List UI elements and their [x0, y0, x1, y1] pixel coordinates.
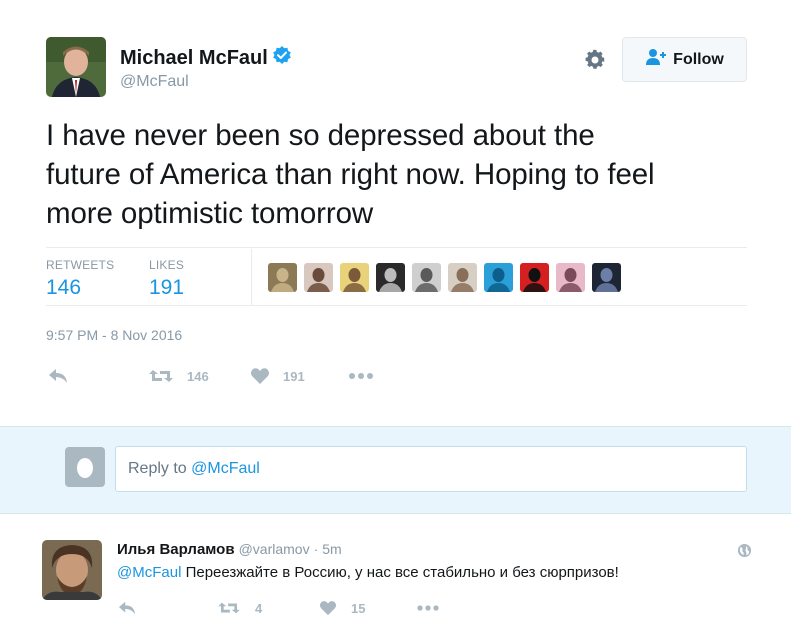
reply-area-top-border	[0, 426, 791, 427]
author-name[interactable]: Michael McFaul	[120, 47, 268, 70]
reply-placeholder-prefix: Reply to	[128, 460, 192, 477]
liker-avatars	[268, 263, 621, 292]
retweet-count: 146	[187, 368, 209, 384]
reply-reply-action[interactable]	[117, 600, 137, 616]
tweet-text-line: more optimistic tomorrow	[46, 197, 374, 230]
retweets-stat[interactable]: RETWEETS 146	[46, 258, 114, 300]
globe-icon[interactable]	[737, 543, 752, 563]
reply-separator: ·	[313, 541, 319, 557]
tweet-text-line: I have never been so depressed about the	[46, 119, 595, 152]
stats-top-divider	[46, 247, 747, 248]
retweets-count: 146	[46, 276, 82, 299]
more-dots-icon	[417, 605, 439, 611]
follow-button[interactable]: Follow	[622, 37, 747, 82]
retweet-icon	[149, 370, 173, 382]
like-action[interactable]: 191	[250, 367, 305, 385]
reply-retweet-action[interactable]: 4	[217, 600, 262, 616]
reply-placeholder-mention: @McFaul	[191, 460, 260, 477]
reply-like-count: 15	[351, 600, 366, 616]
avatar-dark-figure-icon[interactable]	[592, 263, 621, 292]
reply-author-name[interactable]: Илья Варламов	[117, 541, 235, 558]
avatar-blue-pattern-icon[interactable]	[484, 263, 513, 292]
reply-icon	[49, 369, 67, 383]
reply-author-avatar[interactable]	[42, 540, 102, 600]
reply-author-photo	[42, 540, 102, 600]
follow-icon	[645, 48, 667, 71]
retweet-action[interactable]: 146	[148, 367, 209, 385]
reply-body: Переезжайте в Россию, у нас все стабильн…	[181, 564, 619, 581]
author-handle[interactable]: @McFaul	[120, 73, 189, 91]
stats-bottom-divider	[46, 305, 747, 306]
heart-icon	[319, 601, 337, 616]
avatar-blonde-icon[interactable]	[340, 263, 369, 292]
likes-stat[interactable]: LIKES 191	[149, 258, 184, 300]
tweet-text-line: future of America than right now. Hoping…	[46, 158, 655, 191]
retweet-icon	[218, 602, 240, 614]
likes-count: 191	[149, 276, 185, 299]
gear-icon[interactable]	[583, 48, 607, 77]
reply-age[interactable]: 5m	[322, 541, 341, 557]
reply-icon	[119, 601, 135, 615]
heart-icon	[250, 368, 270, 384]
verified-badge-icon	[272, 45, 292, 71]
avatar-girl-cartoon-icon[interactable]	[304, 263, 333, 292]
reply-text: @McFaul Переезжайте в Россию, у нас все …	[117, 564, 619, 581]
reply-like-action[interactable]: 15	[319, 600, 365, 616]
reply-area-bottom-border	[0, 513, 791, 514]
more-action[interactable]	[348, 367, 374, 385]
reply-action[interactable]	[47, 367, 69, 385]
stats-vertical-divider	[251, 249, 252, 305]
avatar-pink-woman-icon[interactable]	[556, 263, 585, 292]
tweet-text: I have never been so depressed about the…	[46, 116, 766, 233]
like-count: 191	[283, 368, 305, 384]
author-photo	[46, 37, 106, 97]
retweets-label: RETWEETS	[46, 258, 115, 272]
reply-header: Илья Варламов @varlamov · 5m	[117, 541, 342, 558]
egg-icon	[77, 458, 93, 478]
default-egg-avatar	[65, 447, 105, 487]
avatar-crowd-icon[interactable]	[268, 263, 297, 292]
follow-label: Follow	[673, 50, 724, 68]
reply-retweet-count: 4	[255, 600, 263, 616]
likes-label: LIKES	[149, 258, 185, 272]
reply-more-action[interactable]	[416, 600, 440, 616]
avatar-woman-glasses-icon[interactable]	[448, 263, 477, 292]
author-avatar[interactable]	[46, 37, 106, 97]
avatar-bw-portrait-icon[interactable]	[376, 263, 405, 292]
more-dots-icon	[349, 373, 373, 379]
avatar-man-glasses-icon[interactable]	[412, 263, 441, 292]
reply-author-handle[interactable]: @varlamov	[239, 541, 310, 557]
reply-input[interactable]: Reply to @McFaul	[115, 446, 747, 492]
reply-mention[interactable]: @McFaul	[117, 564, 181, 581]
tweet-timestamp[interactable]: 9:57 PM - 8 Nov 2016	[46, 327, 182, 343]
avatar-red-comic-icon[interactable]	[520, 263, 549, 292]
